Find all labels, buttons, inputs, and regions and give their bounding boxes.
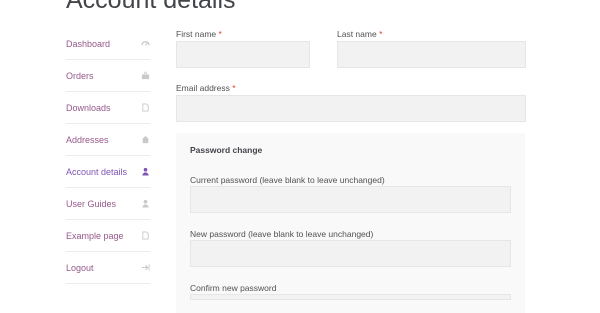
sidebar-item-account-details[interactable]: Account details [66,156,150,188]
file-icon [141,231,150,240]
sidebar-item-label: Account details [66,166,128,177]
sign-out-icon [141,263,150,272]
current-password-field[interactable] [190,186,511,213]
confirm-password-field[interactable] [190,294,511,300]
new-password-label: New password (leave blank to leave uncha… [190,229,374,239]
required-marker: * [379,29,383,39]
current-password-label: Current password (leave blank to leave u… [190,175,385,185]
password-change-legend: Password change [190,145,263,155]
user-icon [141,199,150,208]
sidebar-item-dashboard[interactable]: Dashboard [66,28,150,60]
sidebar-item-downloads[interactable]: Downloads [66,92,150,124]
sidebar-item-label: Dashboard [66,38,111,49]
email-label: Email address * [176,83,236,93]
last-name-label: Last name * [337,29,383,39]
first-name-field[interactable] [176,41,310,68]
sidebar-item-example-page[interactable]: Example page [66,220,150,252]
sidebar-item-label: User Guides [66,198,117,209]
sidebar-item-label: Downloads [66,102,111,113]
account-navigation: Dashboard Orders Downloads Addresses Acc… [66,28,150,284]
dashboard-icon [141,39,150,48]
sidebar-item-label: Orders [66,70,94,81]
required-marker: * [218,29,222,39]
basket-icon [141,71,150,80]
new-password-field[interactable] [190,240,511,267]
confirm-password-label: Confirm new password [190,283,277,293]
last-name-field[interactable] [337,41,526,68]
sidebar-item-label: Example page [66,230,124,241]
sidebar-item-orders[interactable]: Orders [66,60,150,92]
user-icon [141,167,150,176]
first-name-label: First name * [176,29,222,39]
page-title: Account details [66,0,236,14]
sidebar-item-label: Addresses [66,134,109,145]
home-icon [141,135,150,144]
sidebar-item-user-guides[interactable]: User Guides [66,188,150,220]
sidebar-item-logout[interactable]: Logout [66,252,150,284]
email-field[interactable] [176,95,526,122]
file-icon [141,103,150,112]
sidebar-item-addresses[interactable]: Addresses [66,124,150,156]
sidebar-item-label: Logout [66,262,94,273]
required-marker: * [232,83,236,93]
